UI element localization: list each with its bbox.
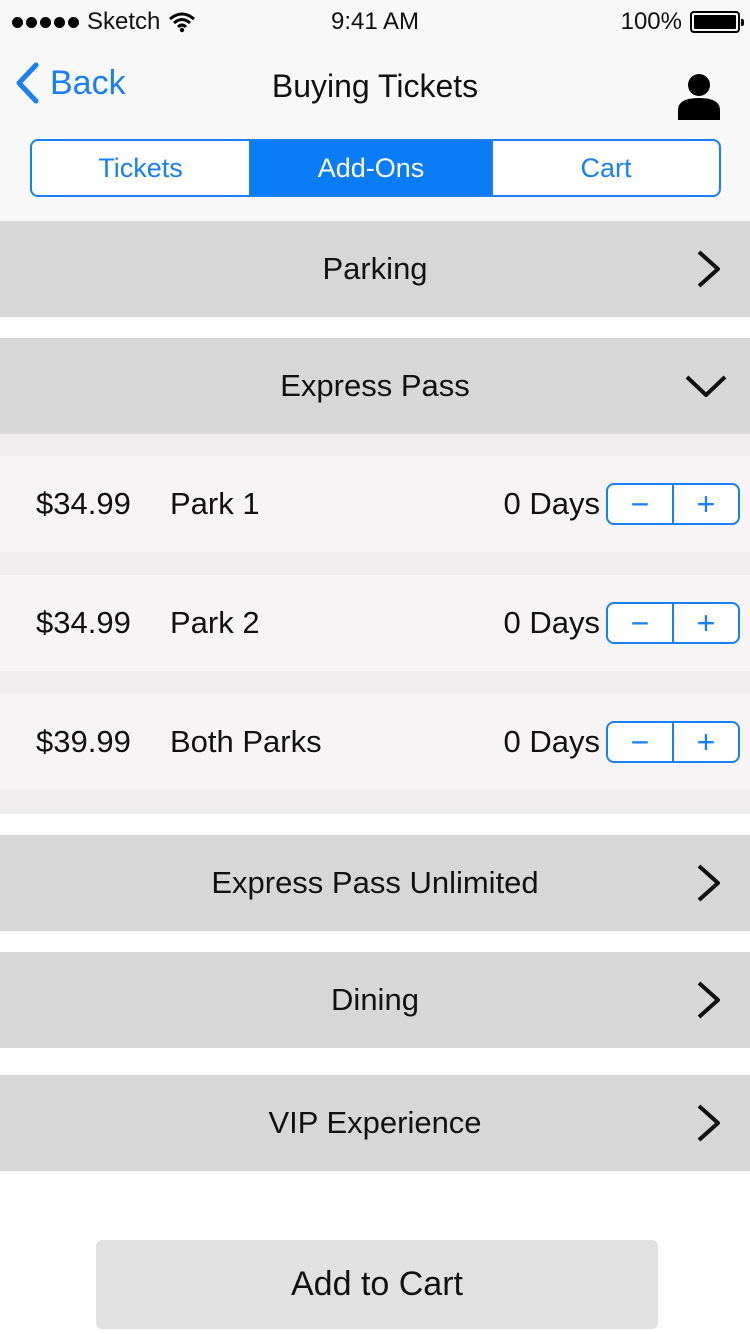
item-days: 0 Days: [503, 724, 600, 759]
list-item: $34.99 Park 2 0 Days − +: [0, 575, 750, 671]
decrement-button[interactable]: −: [608, 604, 672, 642]
section-vip-experience[interactable]: VIP Experience: [0, 1075, 750, 1171]
status-right: 100%: [620, 8, 744, 36]
page-title: Buying Tickets: [271, 68, 479, 104]
days-stepper: − +: [606, 721, 740, 763]
chevron-right-icon: [697, 864, 720, 902]
chevron-right-icon: [697, 1104, 720, 1142]
increment-button[interactable]: +: [672, 723, 738, 761]
decrement-button[interactable]: −: [608, 485, 672, 523]
tab-tickets[interactable]: Tickets: [32, 141, 249, 195]
section-label: Express Pass Unlimited: [211, 865, 539, 900]
nav-bar: Back Buying Tickets Tickets Add-Ons Cart: [0, 40, 750, 222]
chevron-right-icon: [697, 250, 720, 288]
status-bar: Sketch 9:41 AM 100%: [0, 0, 750, 40]
item-name: Park 1: [170, 486, 260, 521]
increment-button[interactable]: +: [672, 604, 738, 642]
tab-cart[interactable]: Cart: [491, 141, 719, 195]
section-parking[interactable]: Parking: [0, 221, 750, 317]
item-price: $34.99: [36, 605, 131, 640]
item-name: Both Parks: [170, 724, 322, 759]
add-to-cart-button[interactable]: Add to Cart: [96, 1240, 658, 1329]
section-label: Parking: [322, 251, 428, 286]
battery-percent: 100%: [620, 8, 682, 35]
decrement-button[interactable]: −: [608, 723, 672, 761]
section-label: Express Pass: [280, 368, 470, 403]
days-stepper: − +: [606, 602, 740, 644]
section-label: Dining: [331, 982, 419, 1017]
tab-control: Tickets Add-Ons Cart: [30, 139, 721, 197]
chevron-right-icon: [697, 981, 720, 1019]
list-item: $39.99 Both Parks 0 Days − +: [0, 694, 750, 790]
section-express-pass-unlimited[interactable]: Express Pass Unlimited: [0, 835, 750, 931]
item-price: $34.99: [36, 486, 131, 521]
section-label: VIP Experience: [268, 1105, 482, 1140]
increment-button[interactable]: +: [672, 485, 738, 523]
battery-icon: [690, 11, 744, 33]
section-dining[interactable]: Dining: [0, 952, 750, 1048]
chevron-down-icon: [685, 375, 727, 397]
profile-icon[interactable]: [676, 72, 722, 120]
tab-add-ons[interactable]: Add-Ons: [249, 141, 491, 195]
section-express-pass[interactable]: Express Pass: [0, 338, 750, 434]
item-days: 0 Days: [503, 605, 600, 640]
item-name: Park 2: [170, 605, 260, 640]
item-price: $39.99: [36, 724, 131, 759]
days-stepper: − +: [606, 483, 740, 525]
item-days: 0 Days: [503, 486, 600, 521]
list-item: $34.99 Park 1 0 Days − +: [0, 456, 750, 552]
